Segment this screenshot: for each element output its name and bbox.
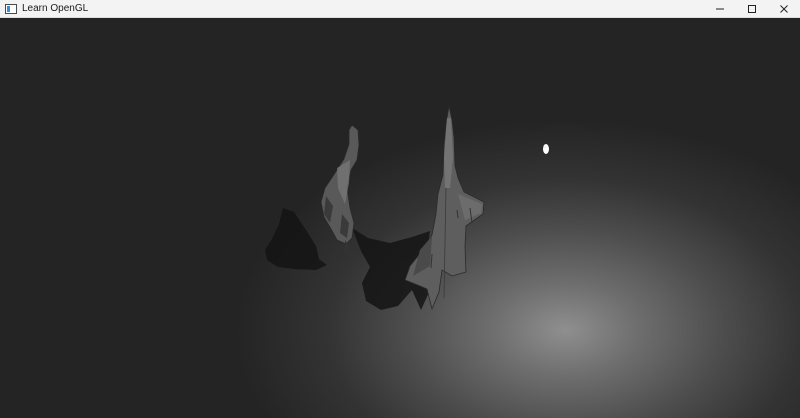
bird-shadow [265,208,327,270]
minimize-button[interactable] [704,0,736,18]
scene-render [265,105,549,311]
light-source [543,144,549,154]
close-button[interactable] [768,0,800,18]
close-icon [780,5,788,13]
app-icon [5,3,17,14]
app-window: Learn OpenGL [0,0,800,418]
minimize-icon [716,8,724,10]
maximize-button[interactable] [736,0,768,18]
title-bar[interactable]: Learn OpenGL [0,0,800,18]
opengl-viewport[interactable] [0,18,800,418]
window-controls [704,0,800,18]
jet-model [404,105,485,311]
bird-model [320,124,360,254]
window-title: Learn OpenGL [22,2,89,14]
maximize-icon [748,5,756,13]
